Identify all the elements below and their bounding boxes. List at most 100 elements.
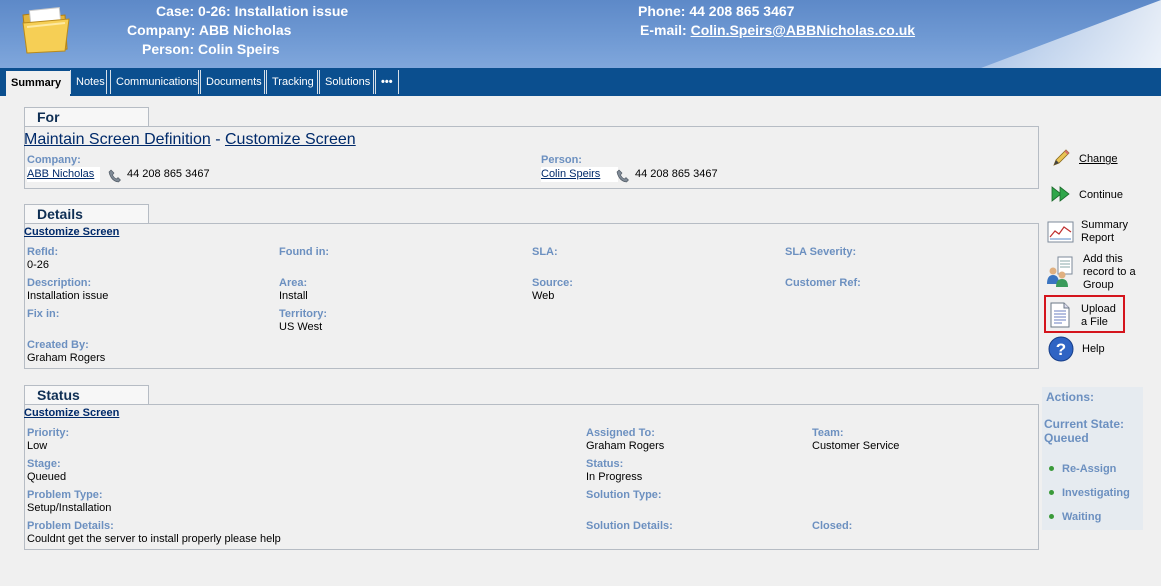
solution-type-field: Solution Type: xyxy=(586,489,662,502)
person-phone-value: 44 208 865 3467 xyxy=(635,168,718,180)
email-link[interactable]: Colin.Speirs@ABBNicholas.co.uk xyxy=(691,22,915,38)
priority-value: Low xyxy=(27,440,48,452)
area-label: Area: xyxy=(279,277,308,289)
details-panel-tab: Details xyxy=(24,204,149,224)
description-label: Description: xyxy=(27,277,92,289)
for-company-link[interactable]: ABB Nicholas xyxy=(27,167,101,182)
status-title: Status xyxy=(37,387,80,403)
help-label: Help xyxy=(1082,343,1105,355)
add-group-line3: Group xyxy=(1083,279,1114,291)
customer-ref-field: Customer Ref: xyxy=(785,277,861,290)
description-value: Installation issue xyxy=(27,290,109,302)
email-label: E-mail: xyxy=(640,22,687,38)
workflow-reassign[interactable]: Re-Assign xyxy=(1062,463,1116,475)
territory-value: US West xyxy=(279,321,323,333)
email-line: E-mail: Colin.Speirs@ABBNicholas.co.uk xyxy=(640,22,915,38)
summary-report-button[interactable]: Summary Report xyxy=(1046,218,1136,246)
summary-report-line1: Summary xyxy=(1081,219,1129,231)
status-panel-tab: Status xyxy=(24,385,149,405)
sla-label: SLA: xyxy=(532,246,558,258)
for-company-field: Company: ABB Nicholas xyxy=(27,154,101,182)
solution-details-label: Solution Details: xyxy=(586,520,673,532)
workflow-actions-panel: Actions: Current State: Queued Re-Assign… xyxy=(1042,387,1143,530)
for-person-link[interactable]: Colin Speirs xyxy=(541,167,619,182)
continue-button[interactable]: Continue xyxy=(1049,182,1129,208)
phone-icon xyxy=(108,169,121,183)
closed-field: Closed: xyxy=(812,520,852,533)
change-button[interactable]: Change xyxy=(1049,146,1129,172)
area-value: Install xyxy=(279,290,308,302)
phone-label: Phone: xyxy=(638,3,686,19)
group-icon xyxy=(1047,256,1073,287)
sla-field: SLA: xyxy=(532,246,558,259)
status-label: Status: xyxy=(586,458,624,470)
assigned-to-value: Graham Rogers xyxy=(586,440,665,452)
add-group-line1: Add this xyxy=(1083,253,1123,265)
foundin-field: Found in: xyxy=(279,246,329,259)
customize-screen-link[interactable]: Customize Screen xyxy=(225,131,356,148)
problem-details-value: Couldnt get the server to install proper… xyxy=(27,533,281,545)
bullet-icon xyxy=(1049,466,1054,471)
maintain-screen-link[interactable]: Maintain Screen Definition xyxy=(24,131,211,148)
source-label: Source: xyxy=(532,277,573,289)
sla-severity-field: SLA Severity: xyxy=(785,246,856,259)
problem-type-field: Problem Type: Setup/Installation xyxy=(27,489,111,515)
tab-tracking[interactable]: Tracking xyxy=(266,70,318,94)
workflow-waiting[interactable]: Waiting xyxy=(1062,511,1101,523)
details-customize-link[interactable]: Customize Screen xyxy=(24,226,119,238)
tab-solutions[interactable]: Solutions xyxy=(319,70,374,94)
for-company-label: Company: xyxy=(27,154,81,166)
created-by-value: Graham Rogers xyxy=(27,352,106,364)
document-icon xyxy=(1050,302,1070,328)
status-customize-link[interactable]: Customize Screen xyxy=(24,407,119,419)
stage-label: Stage: xyxy=(27,458,61,470)
company-line: Company: ABB Nicholas xyxy=(127,22,291,38)
assigned-to-field: Assigned To: Graham Rogers xyxy=(586,427,664,453)
problem-details-field: Problem Details: Couldnt get the server … xyxy=(27,520,281,546)
for-title: For xyxy=(37,109,60,125)
area-field: Area: Install xyxy=(279,277,308,303)
case-value: 0-26: Installation issue xyxy=(198,3,349,19)
refid-label: RefId: xyxy=(27,246,59,258)
tab-more[interactable]: ••• xyxy=(375,70,399,94)
for-person-label: Person: xyxy=(541,154,582,166)
company-phone-value: 44 208 865 3467 xyxy=(127,168,210,180)
fixin-field: Fix in: xyxy=(27,308,59,321)
territory-label: Territory: xyxy=(279,308,328,320)
closed-label: Closed: xyxy=(812,520,853,532)
foundin-label: Found in: xyxy=(279,246,330,258)
help-button[interactable]: ? Help xyxy=(1048,336,1118,362)
team-value: Customer Service xyxy=(812,440,900,452)
svg-text:?: ? xyxy=(1056,340,1066,359)
details-title: Details xyxy=(37,206,83,222)
workflow-investigating[interactable]: Investigating xyxy=(1062,487,1130,499)
bullet-icon xyxy=(1049,514,1054,519)
source-field: Source: Web xyxy=(532,277,573,303)
company-value: ABB Nicholas xyxy=(198,22,292,38)
tab-summary[interactable]: Summary xyxy=(6,71,70,96)
solution-type-label: Solution Type: xyxy=(586,489,662,501)
person-value: Colin Speirs xyxy=(198,41,280,57)
created-by-label: Created By: xyxy=(27,339,89,351)
person-label: Person: xyxy=(142,41,195,57)
phone-line: Phone: 44 208 865 3467 xyxy=(638,3,794,19)
stage-value: Queued xyxy=(27,471,67,483)
add-to-group-label: Add this record to a Group xyxy=(1083,253,1136,292)
status-value: In Progress xyxy=(586,471,643,483)
phone-value: 44 208 865 3467 xyxy=(689,3,795,19)
tab-communications[interactable]: Communications xyxy=(110,70,199,94)
refid-field: RefId: 0-26 xyxy=(27,246,58,272)
add-to-group-button[interactable]: Add this record to a Group xyxy=(1046,252,1140,292)
tab-documents[interactable]: Documents xyxy=(200,70,265,94)
upload-file-button[interactable]: Upload a File xyxy=(1044,295,1125,333)
created-by-field: Created By: Graham Rogers xyxy=(27,339,105,365)
tab-notes[interactable]: Notes xyxy=(70,70,107,94)
for-person-phone: 44 208 865 3467 xyxy=(635,168,718,181)
person-line: Person: Colin Speirs xyxy=(142,41,280,57)
phone-icon xyxy=(616,169,629,183)
case-label: Case: xyxy=(156,3,195,19)
page: Case: 0-26: Installation issue Company: … xyxy=(0,0,1161,586)
priority-field: Priority: Low xyxy=(27,427,69,453)
team-label: Team: xyxy=(812,427,844,439)
solution-details-field: Solution Details: xyxy=(586,520,673,533)
